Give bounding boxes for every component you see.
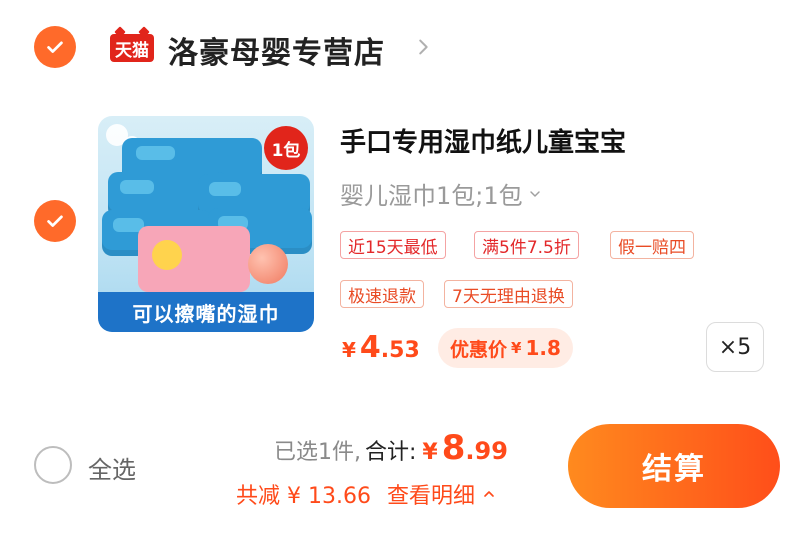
selected-count: 已选1件,	[274, 440, 361, 465]
select-all-label[interactable]: 全选	[88, 450, 136, 485]
tag-lowest-price: 近15天最低	[340, 231, 446, 259]
view-detail-label: 查看明细	[386, 484, 475, 509]
item-checkbox[interactable]	[34, 200, 76, 242]
total-label: 合计:	[365, 440, 417, 465]
check-icon	[47, 41, 63, 53]
tag-authentic-guarantee: 假一赔四	[610, 231, 694, 259]
sku-label: 婴儿湿巾1包;1包	[340, 182, 523, 210]
tag-fast-refund: 极速退款	[340, 280, 424, 308]
tmall-badge: 天猫	[110, 34, 154, 62]
check-icon	[47, 215, 63, 227]
product-title[interactable]: 手口专用湿巾纸儿童宝宝	[340, 122, 626, 159]
total-summary: 已选1件, 合计: ¥ 8 .99	[274, 428, 508, 468]
product-image[interactable]: 1包 可以擦嘴的湿巾	[98, 116, 314, 332]
promo-currency: ¥	[511, 339, 522, 357]
discount-amount: 共减 ¥ 13.66	[236, 484, 371, 509]
store-name[interactable]: 洛豪母婴专营店	[168, 28, 385, 72]
item-price: ¥ 4 .53	[342, 330, 420, 365]
checkout-button[interactable]: 结算	[568, 424, 780, 508]
chevron-up-icon	[484, 491, 494, 497]
tag-7-day-return: 7天无理由退换	[444, 280, 573, 308]
promo-value: 1.8	[525, 336, 561, 360]
sku-selector[interactable]: 婴儿湿巾1包;1包	[340, 176, 543, 211]
promo-price-badge: 优惠价 ¥ 1.8	[438, 328, 573, 368]
discount-detail-link[interactable]: 共减 ¥ 13.66 查看明细	[236, 478, 497, 510]
price-integer: 4	[359, 330, 381, 365]
select-all-checkbox[interactable]	[34, 446, 72, 484]
promo-label: 优惠价	[450, 338, 508, 361]
total-integer: 8	[441, 428, 466, 468]
cart-store-card: 天猫 洛豪母婴专营店 1包 可以擦嘴的湿巾 手口专用湿巾纸儿童宝宝 婴儿湿巾1包…	[0, 0, 800, 398]
price-currency: ¥	[342, 338, 356, 362]
quantity-button[interactable]: ×5	[706, 322, 764, 372]
product-image-caption: 可以擦嘴的湿巾	[98, 292, 314, 332]
chevron-down-icon	[529, 190, 540, 197]
pink-wipes-pack	[138, 226, 250, 292]
total-currency: ¥	[422, 440, 438, 465]
chevron-right-icon[interactable]	[412, 36, 434, 58]
pack-count-badge: 1包	[264, 126, 308, 170]
total-decimal: .99	[465, 437, 508, 465]
store-header[interactable]: 天猫 洛豪母婴专营店	[0, 18, 800, 74]
store-checkbox[interactable]	[34, 26, 76, 68]
price-decimal: .53	[380, 338, 420, 363]
tag-multi-buy-discount: 满5件7.5折	[474, 231, 579, 259]
toy-ball	[248, 244, 288, 284]
checkout-bar: 全选 已选1件, 合计: ¥ 8 .99 共减 ¥ 13.66 查看明细 结算	[0, 398, 800, 552]
